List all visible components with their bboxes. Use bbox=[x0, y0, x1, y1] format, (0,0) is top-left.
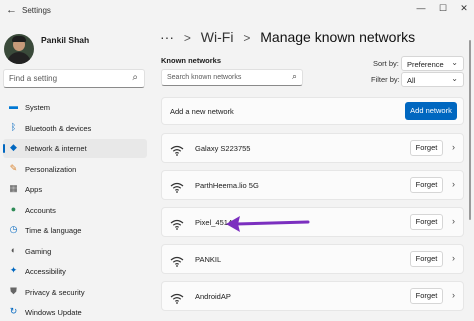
chevron-right-icon[interactable]: › bbox=[452, 179, 455, 189]
wifi-icon bbox=[170, 254, 184, 267]
sidebar-item-label: Personalization bbox=[25, 164, 77, 174]
filter-by-value: All bbox=[407, 76, 416, 85]
known-networks-label: Known networks bbox=[161, 56, 222, 65]
breadcrumb-wifi[interactable]: Wi-Fi bbox=[201, 29, 234, 45]
annotation-arrow-shaft bbox=[234, 220, 310, 226]
wifi-icon bbox=[170, 217, 184, 230]
chevron-right-icon[interactable]: › bbox=[452, 253, 455, 263]
accessibility-icon: ✦ bbox=[9, 265, 18, 275]
chevron-right-icon[interactable]: › bbox=[452, 290, 455, 300]
sidebar-item-personalization[interactable]: ✎ Personalization bbox=[3, 160, 147, 179]
avatar-body-shape bbox=[7, 52, 31, 64]
sidebar-item-label: System bbox=[25, 103, 51, 112]
sidebar-item-label: Bluetooth & devices bbox=[25, 123, 92, 133]
avatar-hair-shape bbox=[12, 36, 26, 42]
system-icon: ▬ bbox=[9, 101, 18, 111]
maximize-icon[interactable]: ☐ bbox=[436, 2, 450, 14]
sidebar-item-label: Privacy & security bbox=[25, 287, 85, 297]
minimize-icon[interactable]: — bbox=[414, 2, 428, 14]
network-name: Galaxy S223755 bbox=[195, 144, 251, 153]
filter-by-dropdown[interactable]: All ⌄ bbox=[401, 72, 464, 87]
page-title: Manage known networks bbox=[260, 29, 416, 45]
add-new-network-label: Add a new network bbox=[170, 107, 234, 116]
annotation-arrow-head bbox=[226, 216, 240, 232]
wifi-icon bbox=[170, 291, 184, 304]
network-row[interactable]: Pixel_4514 Forget › bbox=[161, 207, 464, 237]
breadcrumb-separator: > bbox=[243, 31, 251, 45]
chevron-down-icon: ⌄ bbox=[451, 58, 458, 67]
sidebar-item-apps[interactable]: ▦ Apps bbox=[3, 180, 147, 199]
sidebar-item-gaming[interactable]: ◐ Gaming bbox=[3, 242, 147, 261]
sidebar-item-windows-update[interactable]: ↻ Windows Update bbox=[3, 303, 147, 321]
chevron-right-icon[interactable]: › bbox=[452, 216, 455, 226]
sidebar-item-label: Network & internet bbox=[25, 144, 87, 153]
gaming-icon: ◐ bbox=[10, 244, 17, 255]
search-icon: ⌕ bbox=[132, 72, 138, 83]
more-crumbs-button[interactable]: ··· bbox=[160, 29, 174, 45]
sort-by-label: Sort by: bbox=[373, 59, 399, 68]
forget-button[interactable]: Forget bbox=[410, 288, 443, 304]
sidebar-item-network[interactable]: ◆ Network & internet bbox=[3, 139, 147, 158]
sort-by-dropdown[interactable]: Preference ⌄ bbox=[401, 56, 464, 71]
search-icon: ⌕ bbox=[291, 71, 297, 81]
sidebar-item-label: Gaming bbox=[25, 246, 52, 256]
forget-button[interactable]: Forget bbox=[410, 214, 443, 230]
network-row[interactable]: PANKIL Forget › bbox=[161, 244, 464, 274]
sidebar-item-label: Time & language bbox=[25, 226, 82, 235]
wifi-icon bbox=[170, 180, 184, 193]
profile-name: Pankil Shah bbox=[41, 35, 90, 45]
sidebar-item-label: Accounts bbox=[25, 205, 56, 215]
sidebar: Pankil Shah Find a setting ⌕ ▬ System ᛒ Blu… bbox=[0, 22, 152, 321]
back-arrow-icon[interactable]: ← bbox=[6, 4, 18, 16]
wifi-icon bbox=[170, 143, 184, 156]
network-name: AndroidAP bbox=[195, 292, 231, 301]
search-known-networks-placeholder: Search known networks bbox=[167, 74, 242, 81]
network-row[interactable]: AndroidAP Forget › bbox=[161, 281, 464, 311]
sidebar-item-system[interactable]: ▬ System bbox=[3, 98, 147, 117]
windows-update-icon: ↻ bbox=[9, 306, 18, 316]
time-language-icon: ◷ bbox=[9, 224, 18, 234]
sidebar-item-label: Windows Update bbox=[25, 308, 82, 317]
network-name: PANKIL bbox=[195, 255, 222, 264]
personalization-icon: ✎ bbox=[9, 162, 18, 173]
search-known-networks-input[interactable]: Search known networks ⌕ bbox=[161, 69, 303, 86]
sidebar-item-label: Apps bbox=[25, 185, 43, 194]
find-setting-search[interactable]: Find a setting ⌕ bbox=[3, 69, 145, 88]
forget-button[interactable]: Forget bbox=[410, 251, 443, 267]
sidebar-item-accounts[interactable]: ● Accounts bbox=[3, 201, 147, 220]
close-icon[interactable]: ✕ bbox=[457, 2, 471, 14]
privacy-security-icon: ⛊ bbox=[10, 285, 17, 296]
window-title: Settings bbox=[22, 6, 51, 15]
network-icon: ◆ bbox=[10, 142, 17, 152]
network-row[interactable]: ParthHeema.lio 5G Forget › bbox=[161, 170, 464, 200]
sidebar-item-time-language[interactable]: ◷ Time & language bbox=[3, 221, 147, 240]
avatar[interactable] bbox=[4, 34, 34, 64]
network-row[interactable]: Galaxy S223755 Forget › bbox=[161, 133, 464, 163]
accounts-icon: ● bbox=[10, 203, 17, 214]
sort-by-value: Preference bbox=[407, 60, 444, 69]
chevron-right-icon[interactable]: › bbox=[452, 142, 455, 152]
main-content: ··· > Wi-Fi > Manage known networks Know… bbox=[152, 22, 474, 321]
forget-button[interactable]: Forget bbox=[410, 177, 443, 193]
scrollbar[interactable] bbox=[469, 40, 471, 220]
title-bar: ← Settings — ☐ ✕ bbox=[0, 0, 474, 22]
sidebar-item-accessibility[interactable]: ✦ Accessibility bbox=[3, 262, 147, 281]
add-network-card: Add a new network Add network bbox=[161, 97, 464, 125]
chevron-down-icon: ⌄ bbox=[451, 74, 458, 83]
apps-icon: ▦ bbox=[9, 183, 18, 193]
add-network-button[interactable]: Add network bbox=[405, 102, 457, 120]
forget-button[interactable]: Forget bbox=[410, 140, 443, 156]
find-setting-placeholder: Find a setting bbox=[9, 74, 58, 83]
annotation-arrow bbox=[226, 216, 310, 232]
breadcrumb-separator: > bbox=[183, 31, 191, 45]
breadcrumb: ··· > Wi-Fi > Manage known networks bbox=[160, 28, 415, 47]
filter-by-label: Filter by: bbox=[371, 75, 400, 84]
bluetooth-icon: ᛒ bbox=[10, 121, 17, 132]
network-name: ParthHeema.lio 5G bbox=[195, 181, 259, 190]
sidebar-item-privacy-security[interactable]: ⛊ Privacy & security bbox=[3, 283, 147, 302]
sidebar-item-bluetooth[interactable]: ᛒ Bluetooth & devices bbox=[3, 119, 147, 138]
sidebar-item-label: Accessibility bbox=[25, 267, 66, 276]
